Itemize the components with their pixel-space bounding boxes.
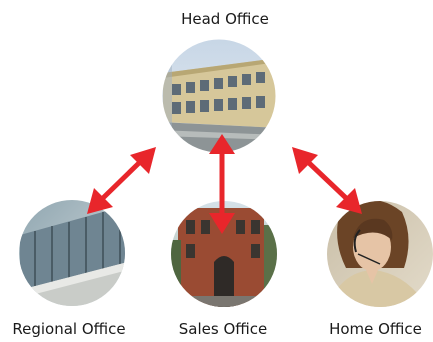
arrow-head-to-home	[292, 147, 362, 214]
sales-office-label: Sales Office	[178, 320, 268, 338]
home-office-label: Home Office	[329, 320, 422, 338]
regional-office-photo	[19, 200, 125, 306]
arrow-head-to-regional	[87, 147, 156, 214]
regional-office-label: Regional Office	[12, 320, 126, 338]
home-office-photo	[327, 201, 433, 307]
head-office-label: Head Office	[181, 10, 269, 28]
arrow-head-to-sales	[209, 134, 235, 234]
office-network-diagram	[19, 38, 433, 307]
